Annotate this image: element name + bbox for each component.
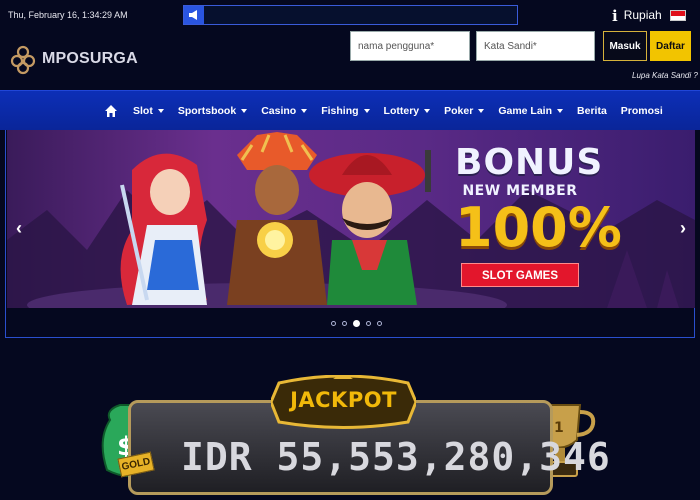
announcement-marquee[interactable]	[183, 5, 518, 25]
carousel-dot-4[interactable]	[366, 321, 371, 326]
chevron-down-icon	[241, 109, 248, 113]
promo-text: BONUS NEW MEMBER 100% SLOT GAMES	[455, 142, 622, 287]
currency-label: Rupiah	[623, 8, 662, 22]
chevron-down-icon	[424, 109, 431, 113]
password-input[interactable]	[476, 31, 595, 61]
header: MPOSURGA Masuk Daftar Lupa Kata Sandi ?	[0, 30, 700, 90]
nav-item-lottery[interactable]: Lottery	[384, 105, 431, 117]
chevron-down-icon	[478, 109, 485, 113]
nav-item-poker[interactable]: Poker	[444, 105, 485, 117]
banner-carousel: ‹ › BONUS NEW MEMBER 100% SLOT GAMES	[5, 130, 695, 338]
carousel-next-button[interactable]: ›	[680, 218, 686, 239]
chevron-down-icon	[301, 109, 308, 113]
brand-name: MPOSURGA	[42, 50, 138, 67]
site-logo[interactable]: MPOSURGA	[8, 38, 138, 80]
chevron-down-icon	[157, 109, 164, 113]
username-input[interactable]	[350, 31, 470, 61]
promo-cta[interactable]: SLOT GAMES	[461, 263, 579, 287]
nav-item-game-lain[interactable]: Game Lain	[498, 105, 564, 117]
login-button[interactable]: Masuk	[603, 31, 647, 61]
promo-line-1: BONUS	[455, 142, 604, 183]
carousel-dot-3[interactable]	[353, 320, 360, 327]
jackpot-title: JACKPOT	[290, 388, 397, 412]
carousel-dot-5[interactable]	[377, 321, 382, 326]
forgot-password-link[interactable]: Lupa Kata Sandi ?	[632, 71, 698, 80]
carousel-dot-1[interactable]	[331, 321, 336, 326]
datetime: Thu, February 16, 1:34:29 AM	[8, 10, 128, 20]
currency-selector[interactable]: i Rupiah	[612, 7, 662, 25]
megaphone-icon	[184, 6, 204, 24]
carousel-dot-2[interactable]	[342, 321, 347, 326]
chevron-down-icon	[363, 109, 370, 113]
nav-item-casino[interactable]: Casino	[261, 105, 308, 117]
register-button[interactable]: Daftar	[650, 31, 691, 61]
jackpot-panel: $ 1 JACKPOT IDR 55,553,280,346 GOLD	[95, 360, 695, 500]
carousel-indicators	[331, 320, 382, 327]
carousel-prev-button[interactable]: ‹	[16, 218, 22, 239]
nav-item-fishing[interactable]: Fishing	[321, 105, 370, 117]
logo-icon	[10, 45, 36, 75]
svg-text:1: 1	[554, 420, 564, 436]
nav-item-promosi[interactable]: Promosi	[621, 105, 663, 117]
nav-item-slot[interactable]: Slot	[133, 105, 164, 117]
top-bar: Thu, February 16, 1:34:29 AM i Rupiah	[0, 0, 700, 30]
indonesia-flag-icon[interactable]	[670, 10, 686, 21]
nav-item-sportsbook[interactable]: Sportsbook	[178, 105, 248, 117]
home-icon[interactable]	[104, 104, 118, 118]
promo-banner[interactable]: ‹ › BONUS NEW MEMBER 100% SLOT GAMES	[7, 130, 695, 308]
promo-line-3: 100%	[455, 196, 622, 259]
main-nav: Slot Sportsbook Casino Fishing Lottery P…	[0, 90, 700, 130]
info-icon: i	[612, 7, 618, 25]
jackpot-amount: IDR 55,553,280,346	[181, 435, 611, 479]
nav-item-berita[interactable]: Berita	[577, 105, 607, 117]
chevron-down-icon	[557, 109, 564, 113]
